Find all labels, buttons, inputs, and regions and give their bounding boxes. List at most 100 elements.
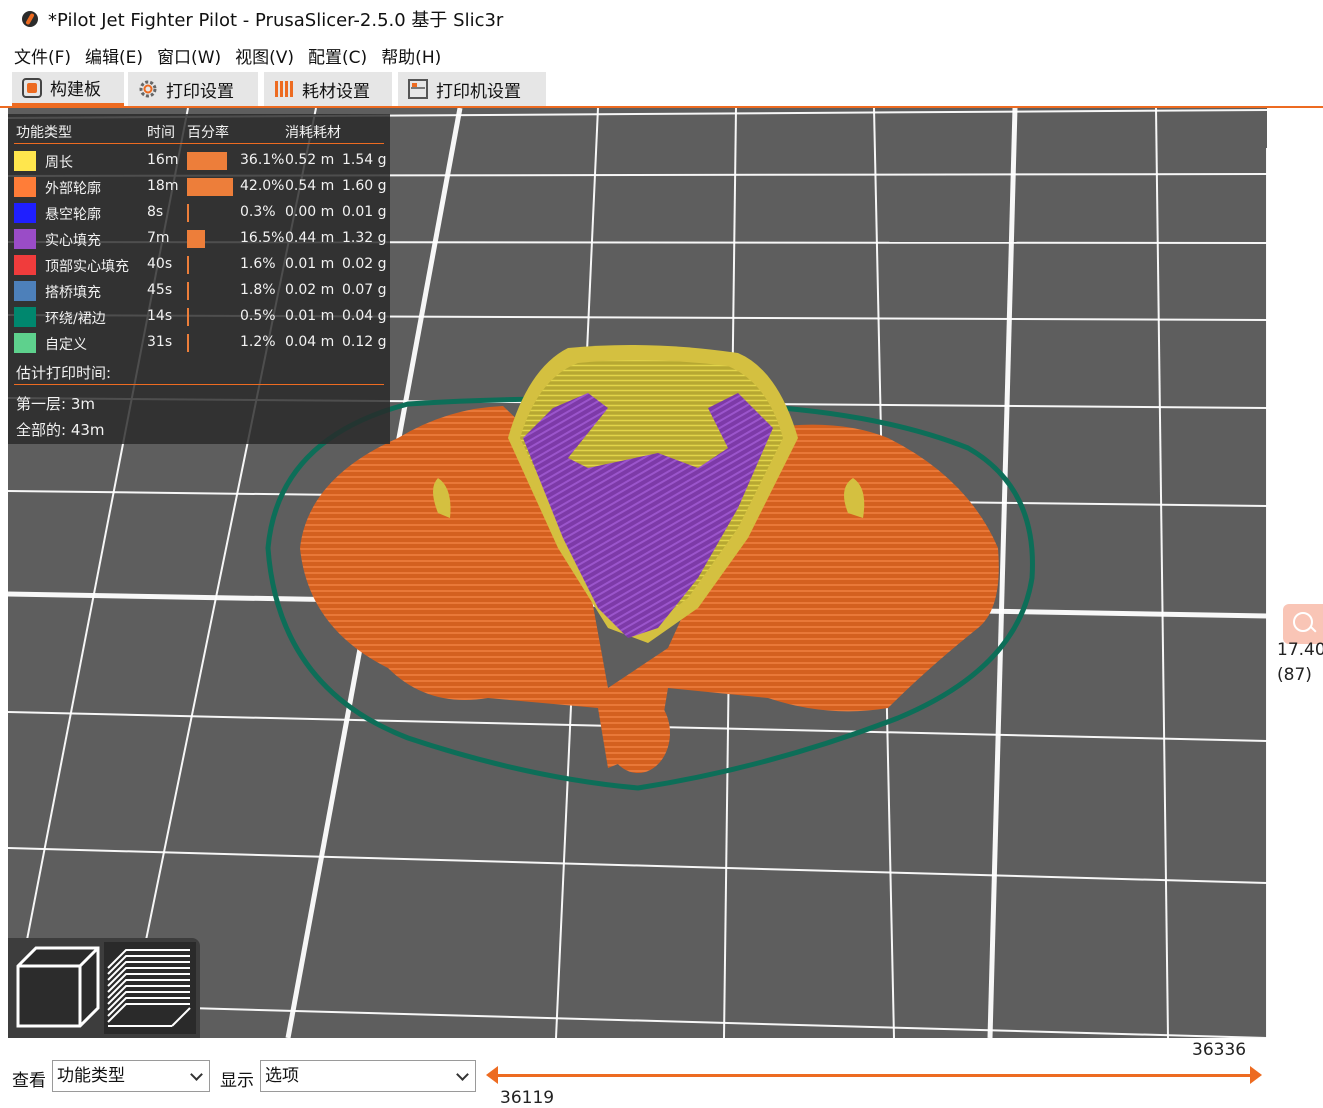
slider-min-value: 36119 [500, 1088, 555, 1108]
show-label: 显示 [220, 1071, 254, 1091]
tab-plater[interactable]: 构建板 [12, 72, 124, 106]
layer-number-value: (87) [1277, 665, 1312, 685]
legend-time: 16m [147, 152, 179, 168]
slider-right-thumb[interactable] [1250, 1066, 1262, 1084]
legend-feature-name: 悬空轮廓 [45, 207, 101, 223]
legend-percent: 1.2% [240, 334, 276, 350]
legend-feature-name: 顶部实心填充 [45, 259, 129, 275]
legend-percent-bar [187, 178, 233, 196]
legend-panel: 功能类型 时间 百分率 消耗耗材 周长 16m 36.1% 0.52 m 1.54 g 外… [8, 114, 390, 444]
legend-percent: 42.0% [240, 178, 285, 194]
slider-left-thumb[interactable] [486, 1066, 498, 1084]
legend-col-percent: 百分率 [187, 125, 229, 141]
legend-color-swatch [14, 307, 36, 327]
legend-feature-name: 外部轮廓 [45, 181, 101, 197]
legend-time: 45s [147, 282, 173, 298]
legend-feature-name: 环绕/裙边 [45, 311, 106, 327]
slider-max-value: 36336 [1192, 1040, 1247, 1060]
menu-config[interactable]: 配置(C) [308, 43, 367, 68]
legend-percent: 1.6% [240, 256, 276, 272]
legend-header: 功能类型 时间 百分率 消耗耗材 [8, 122, 390, 142]
legend-row[interactable]: 搭桥填充 45s 1.8% 0.02 m 0.07 g [8, 278, 390, 304]
tab-printer-settings[interactable]: 打印机设置 [398, 72, 546, 106]
tab-filament-settings-label: 耗材设置 [302, 81, 370, 102]
legend-percent-bar [187, 308, 189, 326]
legend-length: 0.44 m [285, 230, 335, 246]
legend-weight: 0.12 g [342, 334, 387, 350]
legend-col-used: 消耗耗材 [285, 125, 341, 141]
legend-percent: 0.3% [240, 204, 276, 220]
view-type-value: 功能类型 [57, 1066, 125, 1086]
tab-filament-settings[interactable]: 耗材设置 [264, 72, 392, 106]
legend-percent-bar [187, 152, 227, 170]
legend-row[interactable]: 外部轮廓 18m 42.0% 0.54 m 1.60 g [8, 174, 390, 200]
legend-weight: 0.07 g [342, 282, 387, 298]
legend-weight: 0.02 g [342, 256, 387, 272]
legend-percent-bar [187, 282, 189, 300]
plater-icon [22, 77, 42, 98]
legend-color-swatch [14, 333, 36, 353]
tab-printer-settings-label: 打印机设置 [436, 81, 521, 102]
legend-percent-bar [187, 230, 206, 248]
legend-weight: 1.32 g [342, 230, 387, 246]
legend-length: 0.01 m [285, 256, 335, 272]
legend-percent: 36.1% [240, 152, 285, 168]
view-mode-buttons [8, 938, 200, 1038]
menu-window[interactable]: 窗口(W) [157, 43, 221, 68]
legend-time: 18m [147, 178, 179, 194]
legend-length: 0.02 m [285, 282, 335, 298]
bottom-bar: 查看 功能类型 显示 选项 36336 36119 [0, 1040, 1323, 1108]
legend-row[interactable]: 自定义 31s 1.2% 0.04 m 0.12 g [8, 330, 390, 356]
move-slider-track[interactable] [494, 1074, 1256, 1077]
3d-view-icon[interactable] [16, 946, 100, 1028]
first-layer-time: 第一层: 3m [16, 395, 95, 413]
legend-time: 14s [147, 308, 173, 324]
legend-length: 0.00 m [285, 204, 335, 220]
tab-bar: 构建板 打印设置 耗材设置 打印机设置 [0, 70, 1323, 108]
menu-edit[interactable]: 编辑(E) [85, 43, 143, 68]
layers-view-icon[interactable] [104, 942, 196, 1034]
legend-length: 0.54 m [285, 178, 335, 194]
show-options-select[interactable]: 选项 [260, 1060, 476, 1092]
menu-bar: 文件(F) 编辑(E) 窗口(W) 视图(V) 配置(C) 帮助(H) [0, 40, 1323, 70]
tab-plater-label: 构建板 [50, 80, 101, 100]
legend-col-type: 功能类型 [16, 125, 72, 141]
legend-color-swatch [14, 229, 36, 249]
legend-percent: 1.8% [240, 282, 276, 298]
legend-weight: 0.01 g [342, 204, 387, 220]
search-icon[interactable] [1283, 604, 1323, 644]
legend-feature-name: 搭桥填充 [45, 285, 101, 301]
legend-feature-name: 周长 [45, 155, 73, 171]
filament-icon [274, 79, 294, 99]
legend-time: 31s [147, 334, 173, 350]
chevron-down-icon [456, 1068, 469, 1081]
legend-row[interactable]: 环绕/裙边 14s 0.5% 0.01 m 0.04 g [8, 304, 390, 330]
legend-time: 40s [147, 256, 173, 272]
layer-height-value: 17.40 [1277, 640, 1323, 660]
legend-divider [14, 143, 384, 144]
legend-row[interactable]: 悬空轮廓 8s 0.3% 0.00 m 0.01 g [8, 200, 390, 226]
legend-time: 8s [147, 204, 164, 220]
legend-row[interactable]: 实心填充 7m 16.5% 0.44 m 1.32 g [8, 226, 390, 252]
legend-percent-bar [187, 334, 189, 352]
tab-print-settings[interactable]: 打印设置 [128, 72, 258, 106]
menu-file[interactable]: 文件(F) [14, 43, 71, 68]
legend-time: 7m [147, 230, 170, 246]
legend-length: 0.01 m [285, 308, 335, 324]
legend-color-swatch [14, 177, 36, 197]
window-title: *Pilot Jet Fighter Pilot - PrusaSlicer-2… [48, 10, 504, 31]
legend-col-time: 时间 [147, 125, 175, 141]
legend-row[interactable]: 顶部实心填充 40s 1.6% 0.01 m 0.02 g [8, 252, 390, 278]
legend-weight: 1.54 g [342, 152, 387, 168]
legend-length: 0.04 m [285, 334, 335, 350]
legend-color-swatch [14, 255, 36, 275]
legend-percent-bar [187, 204, 189, 222]
chevron-down-icon [190, 1068, 203, 1081]
menu-view[interactable]: 视图(V) [235, 43, 294, 68]
legend-row[interactable]: 周长 16m 36.1% 0.52 m 1.54 g [8, 148, 390, 174]
view-type-select[interactable]: 功能类型 [52, 1060, 210, 1092]
total-time: 全部的: 43m [16, 421, 105, 439]
menu-help[interactable]: 帮助(H) [381, 43, 441, 68]
legend-percent: 0.5% [240, 308, 276, 324]
prusaslicer-logo-icon [22, 11, 38, 27]
